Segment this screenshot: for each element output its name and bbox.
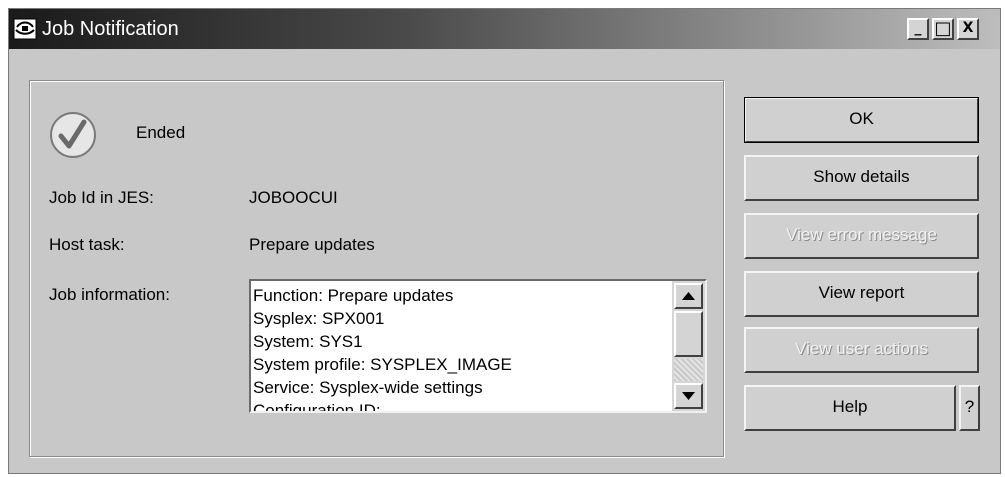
job-info-line: System profile: SYSPLEX_IMAGE (253, 355, 512, 374)
view-user-actions-button[interactable]: View user actions (744, 327, 979, 373)
host-task-value: Prepare updates (249, 235, 375, 254)
job-info-scrollbar[interactable] (672, 281, 705, 411)
scroll-down-button[interactable] (674, 383, 703, 409)
ok-button[interactable]: OK (744, 97, 979, 143)
job-info-line: Function: Prepare updates (253, 286, 454, 305)
title-bar[interactable]: Job Notification _ □ X (9, 9, 1000, 49)
view-error-message-button[interactable]: View error message (744, 213, 979, 259)
job-info-label: Job information: (49, 285, 170, 304)
job-info-line: Configuration ID: (253, 401, 381, 413)
view-report-button[interactable]: View report (744, 271, 979, 317)
scroll-up-button[interactable] (674, 283, 703, 309)
arrow-up-icon (682, 292, 695, 300)
app-icon (13, 18, 37, 40)
minimize-button[interactable]: _ (907, 18, 929, 40)
window-title: Job Notification (42, 18, 179, 40)
job-details-panel: Ended Job Id in JES: JOBOOCUI Host task:… (29, 80, 724, 457)
job-id-label: Job Id in JES: (49, 188, 154, 207)
arrow-down-icon (682, 392, 695, 400)
job-info-textarea[interactable]: Function: Prepare updates Sysplex: SPX00… (249, 279, 707, 413)
scroll-track[interactable] (674, 359, 703, 381)
close-button[interactable]: X (957, 18, 979, 40)
help-button[interactable]: Help (744, 385, 956, 431)
job-info-line: Service: Sysplex-wide settings (253, 378, 483, 397)
job-notification-window: Job Notification _ □ X Ended Job Id in J… (8, 8, 1001, 474)
checkmark-circle-icon (50, 112, 96, 158)
status-text: Ended (136, 123, 186, 142)
job-info-line: Sysplex: SPX001 (253, 309, 385, 328)
job-id-value: JOBOOCUI (249, 188, 338, 207)
help-question-button[interactable]: ? (959, 385, 980, 431)
scroll-thumb[interactable] (674, 311, 703, 357)
maximize-button[interactable]: □ (932, 18, 954, 40)
show-details-button[interactable]: Show details (744, 155, 979, 201)
job-info-lines: Function: Prepare updates Sysplex: SPX00… (253, 284, 671, 413)
job-info-line: System: SYS1 (253, 332, 363, 351)
host-task-label: Host task: (49, 235, 125, 254)
